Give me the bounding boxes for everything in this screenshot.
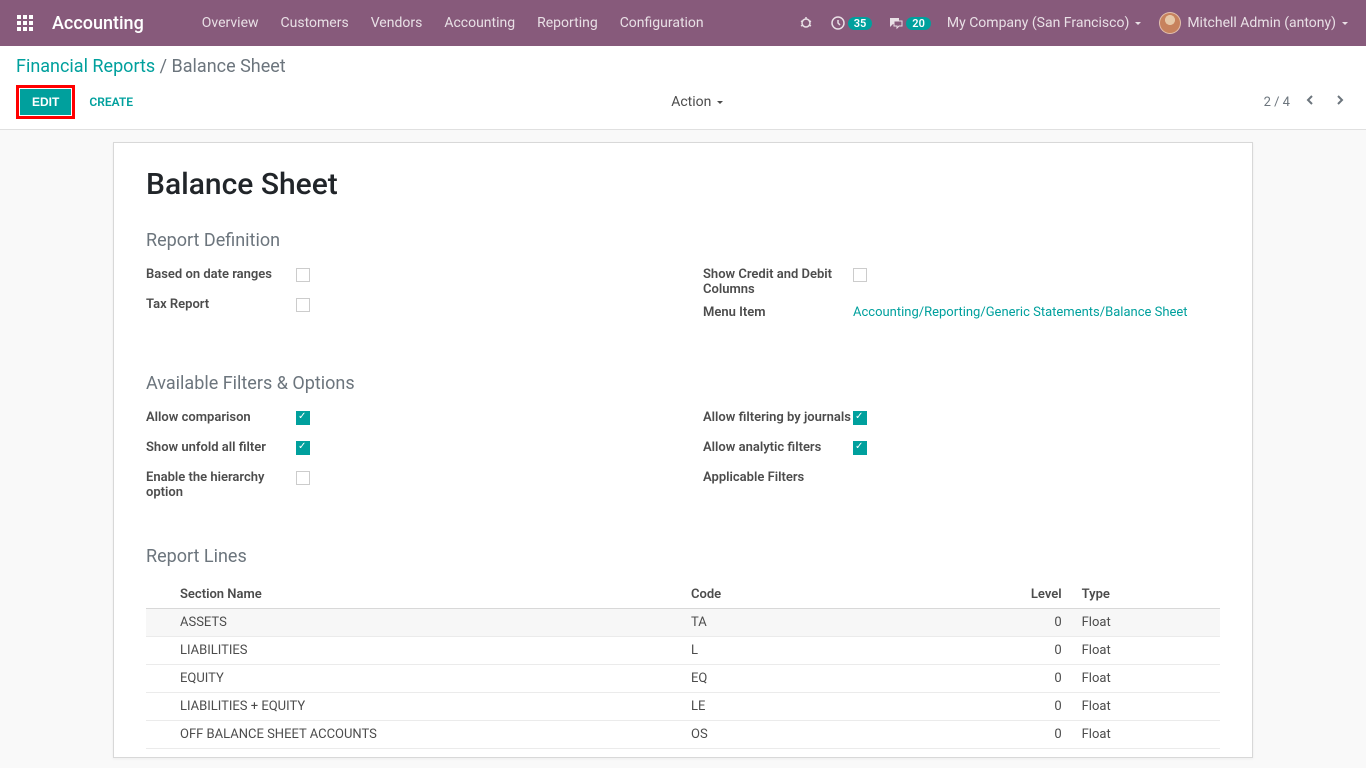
nav-reporting[interactable]: Reporting	[537, 15, 598, 31]
apps-icon[interactable]	[16, 14, 34, 32]
checkbox-tax-report[interactable]	[296, 298, 310, 312]
discuss-badge: 20	[906, 17, 931, 30]
col-section: Section Name	[146, 581, 683, 609]
cell-section: LIABILITIES + EQUITY	[146, 693, 683, 721]
cell-section: LIABILITIES	[146, 637, 683, 665]
pager-prev[interactable]	[1300, 90, 1320, 114]
checkbox-enable-hierarchy[interactable]	[296, 471, 310, 485]
checkbox-show-credit[interactable]	[853, 268, 867, 282]
table-row[interactable]: LIABILITIES + EQUITYLE0Float	[146, 693, 1220, 721]
edit-highlight: EDIT	[16, 85, 75, 119]
activity-badge: 35	[848, 17, 873, 30]
debug-icon[interactable]	[798, 15, 814, 31]
cell-type: Float	[1070, 609, 1220, 637]
pager-next[interactable]	[1330, 90, 1350, 114]
action-dropdown[interactable]: Action	[671, 94, 725, 110]
checkbox-allow-comparison[interactable]	[296, 411, 310, 425]
label-menu-item: Menu Item	[703, 303, 853, 320]
nav-configuration[interactable]: Configuration	[620, 15, 704, 31]
topbar: Accounting Overview Customers Vendors Ac…	[0, 0, 1366, 46]
control-panel: Financial Reports / Balance Sheet EDIT C…	[0, 46, 1366, 130]
label-tax-report: Tax Report	[146, 295, 296, 312]
table-row[interactable]: LIABILITIESL0Float	[146, 637, 1220, 665]
cell-type: Float	[1070, 721, 1220, 749]
avatar	[1159, 12, 1181, 34]
checkbox-based-on[interactable]	[296, 268, 310, 282]
cell-section: EQUITY	[146, 665, 683, 693]
cell-type: Float	[1070, 637, 1220, 665]
cell-level: 0	[984, 609, 1070, 637]
user-menu[interactable]: Mitchell Admin (antony)	[1159, 12, 1350, 34]
activity-icon[interactable]: 35	[830, 15, 873, 31]
systray: 35 20 My Company (San Francisco) Mitchel…	[798, 12, 1350, 34]
col-type: Type	[1070, 581, 1220, 609]
nav-vendors[interactable]: Vendors	[371, 15, 423, 31]
table-row[interactable]: EQUITYEQ0Float	[146, 665, 1220, 693]
company-name: My Company (San Francisco)	[947, 15, 1129, 31]
label-allow-comparison: Allow comparison	[146, 408, 296, 425]
company-switcher[interactable]: My Company (San Francisco)	[947, 15, 1143, 31]
cell-type: Float	[1070, 693, 1220, 721]
discuss-icon[interactable]: 20	[888, 15, 931, 31]
label-show-unfold: Show unfold all filter	[146, 438, 296, 455]
breadcrumb: Financial Reports / Balance Sheet	[0, 46, 1366, 85]
cell-code: EQ	[683, 665, 984, 693]
cell-code: L	[683, 637, 984, 665]
pager-text: 2 / 4	[1264, 95, 1290, 110]
col-level: Level	[984, 581, 1070, 609]
create-button[interactable]: CREATE	[89, 95, 133, 109]
nav-overview[interactable]: Overview	[202, 15, 259, 31]
checkbox-show-unfold[interactable]	[296, 441, 310, 455]
checkbox-allow-analytic[interactable]	[853, 441, 867, 455]
cell-level: 0	[984, 721, 1070, 749]
nav-links: Overview Customers Vendors Accounting Re…	[202, 15, 704, 31]
cell-code: OS	[683, 721, 984, 749]
form-sheet: Balance Sheet Report Definition Based on…	[113, 142, 1253, 758]
nav-customers[interactable]: Customers	[281, 15, 349, 31]
col-code: Code	[683, 581, 984, 609]
section-report-lines: Report Lines	[146, 546, 1220, 567]
nav-accounting[interactable]: Accounting	[444, 15, 515, 31]
label-applicable-filters: Applicable Filters	[703, 468, 853, 485]
checkbox-allow-journals[interactable]	[853, 411, 867, 425]
cell-level: 0	[984, 693, 1070, 721]
cell-level: 0	[984, 637, 1070, 665]
label-allow-analytic: Allow analytic filters	[703, 438, 853, 455]
user-name: Mitchell Admin (antony)	[1187, 15, 1336, 31]
content-scroll[interactable]: Balance Sheet Report Definition Based on…	[0, 130, 1366, 767]
cell-level: 0	[984, 665, 1070, 693]
cell-section: ASSETS	[146, 609, 683, 637]
cell-code: TA	[683, 609, 984, 637]
edit-button[interactable]: EDIT	[20, 89, 71, 115]
report-lines-table: Section Name Code Level Type ASSETSTA0Fl…	[146, 581, 1220, 749]
label-show-credit: Show Credit and Debit Columns	[703, 265, 853, 297]
cell-section: OFF BALANCE SHEET ACCOUNTS	[146, 721, 683, 749]
app-brand[interactable]: Accounting	[52, 13, 144, 34]
menu-item-link[interactable]: Accounting/Reporting/Generic Statements/…	[853, 303, 1220, 320]
breadcrumb-current: Balance Sheet	[172, 56, 286, 77]
cell-code: LE	[683, 693, 984, 721]
table-row[interactable]: OFF BALANCE SHEET ACCOUNTSOS0Float	[146, 721, 1220, 749]
section-filters: Available Filters & Options	[146, 373, 1220, 394]
label-enable-hierarchy: Enable the hierarchy option	[146, 468, 296, 500]
label-allow-journals: Allow filtering by journals	[703, 408, 853, 425]
table-row[interactable]: ASSETSTA0Float	[146, 609, 1220, 637]
section-report-definition: Report Definition	[146, 230, 1220, 251]
breadcrumb-parent[interactable]: Financial Reports	[16, 56, 155, 77]
label-based-on: Based on date ranges	[146, 265, 296, 282]
page-title: Balance Sheet	[146, 167, 1220, 202]
cell-type: Float	[1070, 665, 1220, 693]
